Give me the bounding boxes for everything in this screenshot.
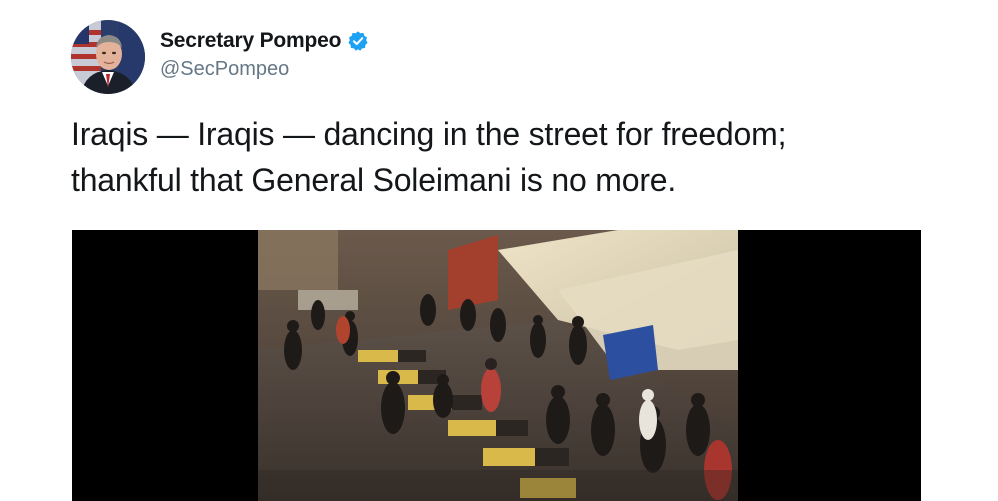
tweet-text-line-1: Iraqis — Iraqis — dancing in the street …: [71, 116, 787, 152]
author-display-name[interactable]: Secretary Pompeo: [160, 29, 341, 53]
video-thumbnail-icon[interactable]: [258, 230, 738, 501]
author-avatar[interactable]: [71, 20, 145, 94]
tweet-video-player[interactable]: [72, 230, 921, 501]
author-handle[interactable]: @SecPompeo: [160, 58, 289, 81]
tweet-card[interactable]: Secretary Pompeo @SecPompeo Iraqis — Ira…: [0, 0, 998, 501]
verified-badge-icon: [347, 30, 369, 52]
profile-photo-icon: [71, 20, 145, 94]
author-name-row[interactable]: Secretary Pompeo: [160, 29, 369, 53]
tweet-text: Iraqis — Iraqis — dancing in the street …: [71, 111, 931, 203]
tweet-text-line-2: thankful that General Soleimani is no mo…: [71, 162, 677, 198]
